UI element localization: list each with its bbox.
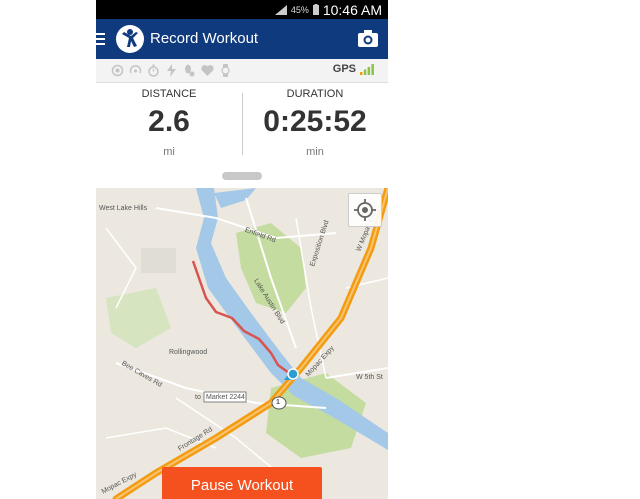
duration-stat: DURATION 0:25:52 min — [242, 83, 388, 169]
distance-label: DISTANCE — [141, 88, 197, 100]
sensor-icons — [111, 64, 232, 77]
gps-indicator: GPS — [333, 63, 374, 75]
status-bar: 45% 10:46 AM — [96, 0, 388, 19]
map-label-west-lake-hills: West Lake Hills — [99, 205, 148, 212]
power-icon — [167, 64, 176, 77]
app-logo-icon — [116, 25, 144, 53]
sensor-bar: GPS — [96, 59, 388, 83]
app-bar: Record Workout — [96, 19, 388, 59]
duration-value: 0:25:52 — [263, 105, 367, 138]
drag-handle[interactable] — [222, 172, 262, 180]
map-route-shield-label: 1 — [276, 399, 280, 406]
pause-workout-button[interactable]: Pause Workout — [162, 467, 322, 499]
map-label-w-5th-st: W 5th St — [356, 374, 383, 381]
battery-icon — [312, 4, 319, 15]
duration-label: DURATION — [286, 88, 344, 100]
signal-icon — [274, 4, 287, 15]
map-canvas — [105, 188, 388, 499]
clock: 10:46 AM — [322, 1, 382, 18]
duration-unit: min — [306, 146, 324, 158]
heart-icon — [201, 65, 214, 76]
heart-sensor-icon — [111, 64, 124, 77]
map-label-market-2244: Market 2244 — [206, 394, 245, 401]
locate-button[interactable] — [348, 193, 382, 227]
map-label-market-prefix: to — [195, 394, 201, 401]
stopwatch-icon — [148, 64, 159, 77]
battery-percent: 45% — [290, 4, 309, 15]
page-title: Record Workout — [150, 30, 259, 47]
status-indicators: 45% 10:46 AM — [274, 0, 382, 19]
distance-stat: DISTANCE 2.6 mi — [96, 83, 242, 169]
phone-screen: 45% 10:46 AM Record Workout GPS DISTANCE… — [96, 0, 388, 499]
map-label-rollingwood: Rollingwood — [169, 349, 208, 356]
hamburger-menu-icon[interactable] — [96, 33, 105, 45]
gps-signal-icon — [360, 63, 374, 75]
workout-stats: DISTANCE 2.6 mi DURATION 0:25:52 min — [96, 83, 388, 169]
camera-icon[interactable] — [358, 29, 378, 47]
watch-icon — [221, 64, 230, 77]
distance-value: 2.6 — [148, 105, 190, 138]
distance-unit: mi — [163, 146, 175, 158]
locate-crosshair-icon — [354, 199, 376, 221]
cadence-icon — [129, 65, 142, 74]
gps-label: GPS — [332, 63, 356, 75]
foot-pod-icon — [185, 64, 195, 77]
map[interactable]: West Lake Hills Enfield Rd Exposition Bl… — [96, 188, 388, 499]
